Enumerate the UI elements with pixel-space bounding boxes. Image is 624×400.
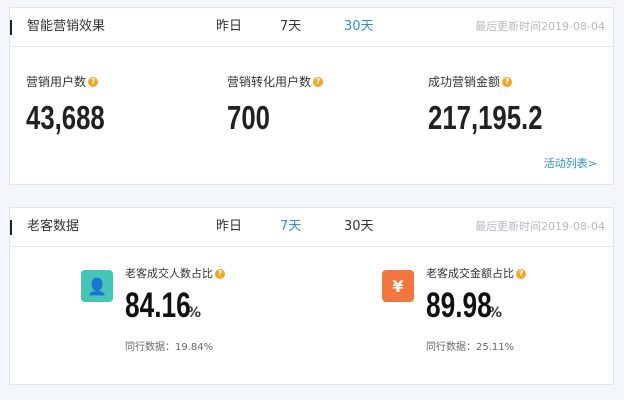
help-icon[interactable]: ?	[215, 269, 225, 279]
marketing-effect-card: 智能营销效果 昨日 7天 30天 最后更新时间2019-08-04 营销用户数 …	[9, 7, 614, 185]
metric-converted-users: 营销转化用户数 ? 700	[227, 74, 324, 136]
metric-value: 43,688	[26, 99, 105, 136]
marketing-last-updated: 最后更新时间2019-08-04	[475, 20, 605, 33]
title-accent-bar	[10, 20, 12, 35]
stat-label: 老客成交人数占比	[125, 267, 213, 280]
customer-last-updated: 最后更新时间2019-08-04	[475, 220, 605, 233]
marketing-card-header: 智能营销效果 昨日 7天 30天 最后更新时间2019-08-04	[10, 8, 613, 47]
marketing-tab-yesterday[interactable]: 昨日	[216, 18, 242, 36]
marketing-card-title: 智能营销效果	[27, 19, 106, 34]
marketing-tab-7days[interactable]: 7天	[280, 18, 301, 36]
title-accent-bar	[10, 220, 12, 235]
help-icon[interactable]: ?	[502, 77, 513, 87]
metric-marketing-amount: 成功营销金额 ? 217,195.2	[428, 74, 575, 136]
customer-card-title: 老客数据	[27, 219, 80, 234]
stat-value: 84.16	[125, 286, 191, 325]
customer-card-header: 老客数据 昨日 7天 30天 最后更新时间2019-08-04	[10, 208, 613, 247]
stat-label: 老客成交金额占比	[426, 267, 514, 280]
peer-data: 同行数据：25.11%	[426, 342, 515, 353]
customer-tab-yesterday[interactable]: 昨日	[216, 218, 242, 236]
metric-value: 700	[227, 99, 270, 136]
metric-label: 营销转化用户数	[227, 75, 312, 89]
stat-value: 89.98	[426, 286, 492, 325]
yen-icon: ¥	[382, 270, 414, 302]
marketing-tab-30days[interactable]: 30天	[344, 18, 374, 36]
activity-list-link[interactable]: 活动列表>	[544, 157, 597, 171]
help-icon[interactable]: ?	[313, 77, 324, 87]
metric-label: 成功营销金额	[428, 75, 501, 89]
help-icon[interactable]: ?	[88, 77, 99, 87]
metric-label: 营销用户数	[26, 75, 87, 89]
customer-tab-7days[interactable]: 7天	[280, 218, 301, 236]
customer-tab-30days[interactable]: 30天	[344, 218, 374, 236]
returning-customer-card: 老客数据 昨日 7天 30天 最后更新时间2019-08-04 👤 老客成交人数…	[9, 207, 614, 385]
metric-value: 217,195.2	[428, 99, 543, 136]
metric-marketing-users: 营销用户数 ? 43,688	[26, 74, 127, 136]
help-icon[interactable]: ?	[516, 269, 526, 279]
user-icon: 👤	[81, 270, 113, 302]
peer-data: 同行数据：19.84%	[125, 342, 214, 353]
